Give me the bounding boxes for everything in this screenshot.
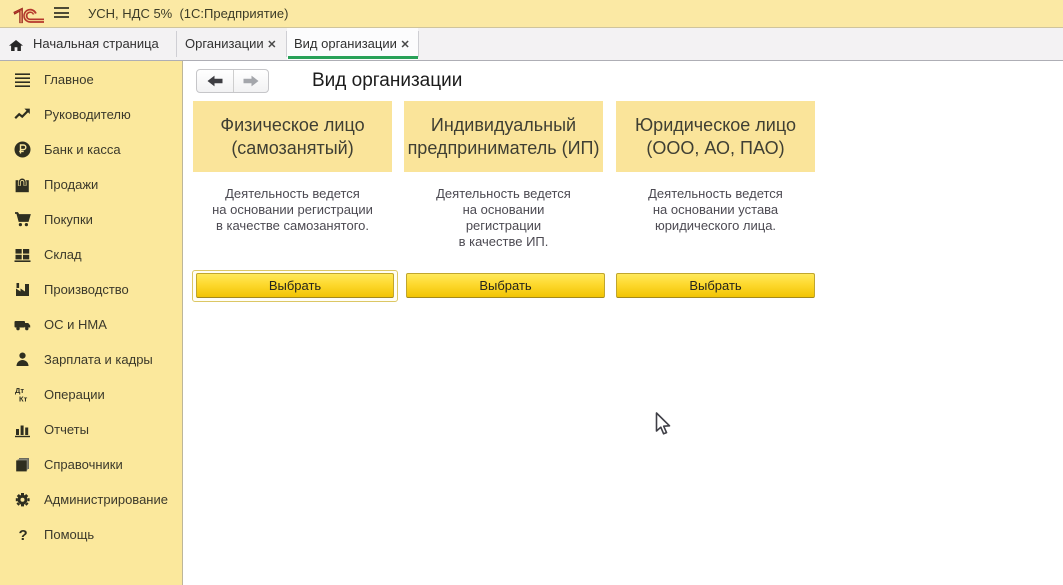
svg-text:?: ?: [19, 527, 28, 543]
svg-text:Кт: Кт: [19, 395, 28, 404]
